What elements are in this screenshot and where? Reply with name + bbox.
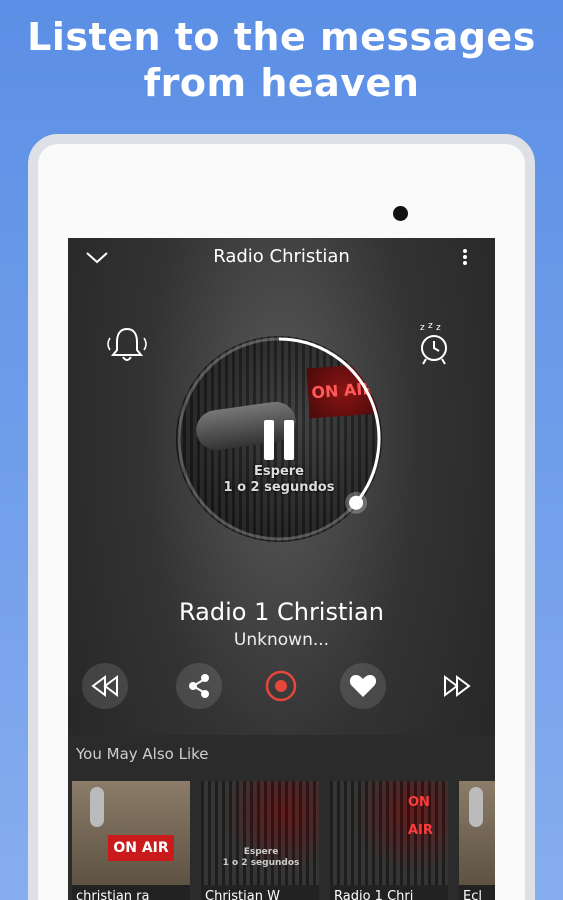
share-icon [189,674,209,698]
microphone-image [90,787,104,827]
station-thumbnail: ON AIR [330,781,448,885]
favorite-button[interactable] [340,663,386,709]
recommendation-label: Radio 1 Chri [334,889,414,900]
recommendations-title: You May Also Like [76,745,209,763]
buffering-line2: 1 o 2 segundos [222,858,300,868]
fast-forward-icon [444,675,471,697]
progress-knob [349,495,364,510]
recommendation-label: christian ra [76,889,150,900]
buffering-line1: Espere [254,464,304,479]
promo-headline-line2: from heaven [143,61,420,105]
record-icon [265,670,297,702]
station-name: Radio 1 Christian [179,598,384,626]
rewind-button[interactable] [82,663,128,709]
promo-headline-line1: Listen to the messages [27,15,536,59]
fast-forward-button[interactable] [434,663,480,709]
buffering-line2: 1 o 2 segundos [223,480,335,495]
recommendation-card[interactable]: Espere 1 o 2 segundos Christian W [201,781,319,900]
recommendation-card[interactable]: ON AIR christian ra [72,781,190,900]
svg-text:z: z [436,323,441,333]
on-air-sign: ON AIR [108,835,174,861]
top-bar: Radio Christian [68,238,495,278]
station-thumbnail: Espere 1 o 2 segundos [201,781,319,885]
buffering-line1: Espere [243,847,279,857]
svg-text:z: z [428,321,433,331]
camera-dot [393,206,408,221]
record-button[interactable] [258,663,304,709]
station-thumbnail: ON AIR [72,781,190,885]
rewind-icon [91,675,118,697]
player-screen: Radio Christian z z z ON AIR Espere 1 o … [68,238,495,900]
player-title: Radio Christian [213,246,350,267]
recommendation-card[interactable]: ON AIR Radio 1 Chri [330,781,448,900]
track-info: Unknown... [233,630,330,650]
share-button[interactable] [176,663,222,709]
bell-icon[interactable] [104,324,150,366]
buffering-text: Espere 1 o 2 segundos [176,464,382,496]
promo-headline: Listen to the messages from heaven [0,14,563,106]
more-options-icon[interactable] [458,246,472,268]
pause-icon-right[interactable] [284,420,294,460]
recommendations-panel: You May Also Like ON AIR christian ra Es… [68,735,495,900]
progress-ring[interactable] [168,328,390,550]
buffering-text: Espere 1 o 2 segundos [221,847,301,869]
microphone-image [469,787,483,827]
recommendation-card[interactable]: Ecl [459,781,495,900]
pause-icon-left[interactable] [264,420,274,460]
sleep-timer-icon[interactable]: z z z [414,320,454,366]
heart-icon [349,675,377,697]
on-air-sign: ON AIR [408,795,433,838]
recommendation-label: Ecl [463,889,482,900]
svg-text:z: z [420,323,425,333]
recommendation-label: Christian W [205,889,280,900]
tablet-frame: Radio Christian z z z ON AIR Espere 1 o … [28,134,535,900]
station-thumbnail [459,781,495,885]
